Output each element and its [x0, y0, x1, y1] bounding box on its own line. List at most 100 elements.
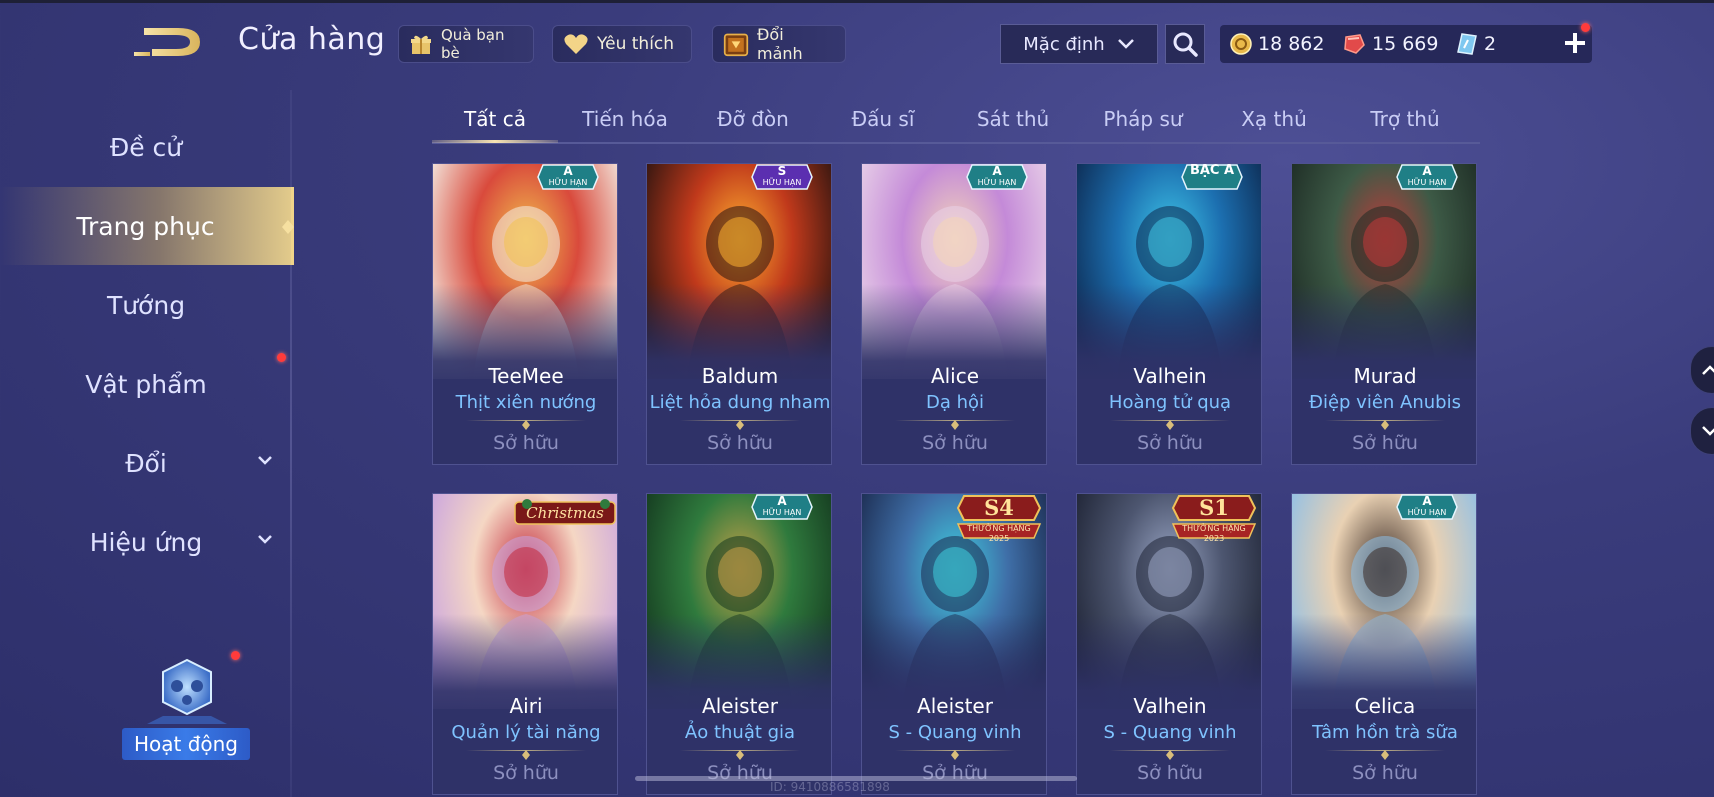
sort-dropdown[interactable]: Mặc định [1000, 24, 1158, 64]
skin-name: Thịt xiên nướng [455, 392, 597, 413]
ownership-status: Sở hữu [1352, 432, 1418, 454]
limited-badge: A HỮU HẠN [1396, 494, 1458, 520]
sidebar-item-label: Trang phục [76, 211, 215, 241]
badge-grade: A [563, 164, 573, 178]
skin-name: S - Quang vinh [888, 722, 1022, 743]
top-border [0, 0, 1714, 3]
limited-badge: S HỮU HẠN [751, 164, 813, 190]
limited-badge: A HỮU HẠN [537, 164, 599, 190]
skin-card[interactable]: S HỮU HẠN Baldum Liệt hỏa dung nham Sở hữu [646, 163, 832, 465]
favorites-label: Yêu thích [597, 34, 675, 54]
ruby-amount: 15 669 [1372, 33, 1439, 55]
activity-label[interactable]: Hoạt động [122, 728, 250, 760]
badge-grade: A [1422, 164, 1432, 178]
divider-diamond-icon [1166, 415, 1174, 430]
skin-name: Quản lý tài năng [451, 722, 601, 743]
back-button[interactable] [130, 22, 210, 62]
hero-name: Baldum [701, 364, 779, 388]
skin-card[interactable]: A HỮU HẠN Aleister Ảo thuật gia Sở hữu [646, 493, 832, 795]
sidebar-item-items[interactable]: Vật phẩm [0, 345, 292, 423]
hero-name: Celica [1354, 694, 1416, 718]
search-button[interactable] [1165, 24, 1205, 64]
gift-icon [409, 31, 433, 57]
skin-card[interactable]: S1 THƯỞNG HẠNG 2023 Valhein S - Quang vinh… [1076, 493, 1262, 795]
friend-gifts-button[interactable]: Quà bạn bè [398, 25, 534, 63]
activity-dice-icon [147, 658, 227, 724]
divider-diamond-icon [1381, 745, 1389, 760]
skin-name: Điệp viên Anubis [1309, 392, 1461, 413]
divider-diamond-icon [951, 745, 959, 760]
hero-name: Alice [930, 364, 980, 388]
skin-name: Liệt hỏa dung nham [649, 392, 831, 413]
tab-assassin[interactable]: Sát thủ [950, 96, 1076, 142]
sidebar-item-label: Tướng [106, 290, 186, 320]
skin-name: Hoàng tử quạ [1108, 392, 1232, 413]
hero-name: Aleister [917, 694, 993, 718]
tab-marksman[interactable]: Xạ thủ [1211, 96, 1337, 142]
ownership-status: Sở hữu [707, 432, 773, 454]
badge-limited-label: HỮU HẠN [548, 178, 588, 187]
limited-badge: A HỮU HẠN [1396, 164, 1458, 190]
plus-icon [1565, 33, 1585, 53]
divider-diamond-icon [1381, 415, 1389, 430]
gold-coin-icon [1230, 33, 1252, 55]
rank-badge-label: THƯỞNG HẠNG 2025 [967, 524, 1031, 543]
badge-limited-label: HỮU HẠN [977, 178, 1017, 187]
chevron-down-icon [1117, 39, 1134, 49]
tab-fighter[interactable]: Đấu sĩ [820, 96, 946, 142]
rank-badge-season: S4 [984, 495, 1014, 520]
scroll-down-button[interactable] [1690, 407, 1714, 455]
hero-name: Valhein [1133, 364, 1207, 388]
sidebar-item-skins[interactable]: Trang phục [0, 187, 294, 265]
hero-name: Aleister [702, 694, 778, 718]
skin-card[interactable]: S4 THƯỞNG HẠNG 2025 Aleister S - Quang vin… [861, 493, 1047, 795]
rank-badge-label: THƯỞNG HẠNG 2023 [1182, 524, 1246, 543]
tab-mage[interactable]: Pháp sư [1080, 96, 1206, 142]
rank-badge-season: S1 [1199, 495, 1229, 520]
tab-all[interactable]: Tất cả [432, 96, 558, 142]
ownership-status: Sở hữu [1352, 762, 1418, 784]
items-notification-dot [277, 353, 286, 362]
chevron-down-icon [258, 535, 272, 544]
christmas-badge-label: Christmas [526, 504, 604, 522]
sidebar-item-effects[interactable]: Hiệu ứng [0, 503, 292, 581]
rank-reward-badge: S1 THƯỞNG HẠNG 2023 [1169, 494, 1259, 550]
sidebar-item-label: Đổi [125, 448, 167, 478]
skin-card[interactable]: A HỮU HẠN TeeMee Thịt xiên nướng Sở hữu [432, 163, 618, 465]
limited-badge: BẬC A [1181, 164, 1243, 190]
exchange-fragments-button[interactable]: Đổi mảnh [712, 25, 846, 63]
skin-card[interactable]: A HỮU HẠN Murad Điệp viên Anubis Sở hữu [1291, 163, 1477, 465]
activity-notification-dot [231, 651, 240, 660]
divider-diamond-icon [522, 415, 530, 430]
scroll-up-button[interactable] [1690, 346, 1714, 394]
tab-support[interactable]: Trợ thủ [1342, 96, 1468, 142]
divider-diamond-icon [736, 745, 744, 760]
rank-reward-badge: S4 THƯỞNG HẠNG 2025 [954, 494, 1044, 550]
limited-badge: A HỮU HẠN [966, 164, 1028, 190]
skin-card[interactable]: A HỮU HẠN Celica Tâm hồn trà sữa Sở hữu [1291, 493, 1477, 795]
hero-name: Valhein [1133, 694, 1207, 718]
ownership-status: Sở hữu [922, 432, 988, 454]
hero-name: Airi [509, 694, 543, 718]
sidebar-item-label: Đề cử [109, 132, 183, 162]
sidebar-item-exchange[interactable]: Đổi [0, 424, 292, 502]
sidebar-item-featured[interactable]: Đề cử [0, 108, 292, 186]
tab-tank[interactable]: Đỡ đòn [690, 96, 816, 142]
page-title: Cửa hàng [238, 22, 386, 57]
christmas-badge: Christmas [513, 496, 617, 526]
tab-evolution[interactable]: Tiến hóa [562, 96, 688, 142]
divider-diamond-icon [951, 415, 959, 430]
skin-card[interactable]: A HỮU HẠN Alice Dạ hội Sở hữu [861, 163, 1047, 465]
badge-grade: S [777, 164, 787, 178]
skin-card[interactable]: BẬC A Valhein Hoàng tử quạ Sở hữu [1076, 163, 1262, 465]
badge-grade: A [777, 494, 787, 508]
badge-grade: BẬC A [1189, 163, 1235, 178]
skin-card[interactable]: Christmas Airi Quản lý tài năng Sở hữu [432, 493, 618, 795]
sidebar-item-heroes[interactable]: Tướng [0, 266, 292, 344]
chevron-down-icon [1702, 426, 1714, 436]
limited-badge: A HỮU HẠN [751, 494, 813, 520]
ownership-status: Sở hữu [493, 762, 559, 784]
favorites-button[interactable]: Yêu thích [552, 25, 692, 63]
divider-diamond-icon [1166, 745, 1174, 760]
search-icon [1173, 32, 1198, 57]
